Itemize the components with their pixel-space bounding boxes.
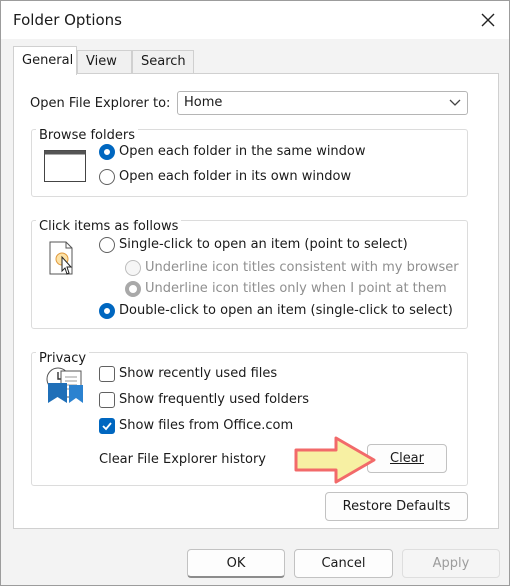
tab-view[interactable]: View	[77, 50, 132, 74]
option-own-window[interactable]: Open each folder in its own window	[119, 169, 351, 184]
radio-double-click[interactable]	[99, 303, 115, 319]
privacy-group: Privacy Show recently used files Show fr…	[31, 351, 468, 486]
open-explorer-dropdown[interactable]: Home	[177, 91, 468, 115]
window-icon	[44, 150, 86, 182]
apply-button-label: Apply	[432, 556, 470, 571]
ok-button[interactable]: OK	[187, 549, 285, 578]
tab-search[interactable]: Search	[132, 50, 194, 74]
tab-general[interactable]: General	[13, 46, 77, 75]
radio-single-click[interactable]	[99, 237, 115, 253]
restore-defaults-button[interactable]: Restore Defaults	[325, 492, 468, 521]
tab-search-label: Search	[141, 54, 186, 69]
checkmark-icon	[102, 422, 112, 431]
close-icon	[481, 13, 495, 27]
radio-underline-point[interactable]	[125, 281, 141, 297]
option-underline-browser[interactable]: Underline icon titles consistent with my…	[145, 260, 459, 275]
privacy-title: Privacy	[36, 351, 90, 366]
close-button[interactable]	[471, 5, 505, 35]
cancel-button-label: Cancel	[321, 556, 366, 571]
general-tab-panel: Open File Explorer to: Home Browse folde…	[13, 73, 499, 529]
clear-history-label: Clear File Explorer history	[99, 452, 266, 467]
cancel-button[interactable]: Cancel	[294, 549, 393, 578]
clear-button[interactable]: Clear	[367, 444, 447, 473]
tab-general-label: General	[22, 53, 74, 68]
title-bar: Folder Options	[1, 1, 509, 39]
browse-folders-group: Browse folders Open each folder in the s…	[31, 128, 468, 197]
annotation-arrow-icon	[294, 436, 376, 484]
option-underline-point[interactable]: Underline icon titles only when I point …	[145, 281, 447, 296]
label-recent-files[interactable]: Show recently used files	[119, 366, 277, 381]
ok-button-label: OK	[226, 555, 246, 571]
open-explorer-label: Open File Explorer to:	[30, 96, 171, 111]
option-double-click[interactable]: Double-click to open an item (single-cli…	[119, 303, 453, 318]
window-title: Folder Options	[13, 11, 122, 29]
radio-underline-browser[interactable]	[125, 260, 141, 276]
click-items-title: Click items as follows	[36, 219, 182, 234]
label-office-files[interactable]: Show files from Office.com	[119, 418, 293, 433]
chevron-down-icon	[449, 99, 461, 106]
apply-button[interactable]: Apply	[402, 549, 500, 578]
folder-options-dialog: Folder Options General View Search Open …	[0, 0, 510, 586]
click-items-group: Click items as follows Single-click to o…	[31, 219, 468, 329]
tab-strip: General View Search	[13, 46, 499, 75]
radio-same-window[interactable]	[99, 144, 115, 160]
checkbox-frequent-folders[interactable]	[99, 392, 115, 408]
label-frequent-folders[interactable]: Show frequently used folders	[119, 392, 309, 407]
tab-view-label: View	[86, 54, 117, 69]
privacy-documents-icon	[46, 367, 83, 403]
checkbox-recent-files[interactable]	[99, 366, 115, 382]
checkbox-office-files[interactable]	[99, 418, 115, 434]
browse-folders-title: Browse folders	[36, 128, 138, 143]
pointer-click-icon	[49, 241, 73, 275]
option-single-click[interactable]: Single-click to open an item (point to s…	[119, 237, 408, 252]
clear-button-label: Clear	[390, 451, 424, 466]
option-same-window[interactable]: Open each folder in the same window	[119, 144, 366, 159]
open-explorer-value: Home	[184, 95, 223, 110]
radio-own-window[interactable]	[99, 169, 115, 185]
restore-defaults-label: Restore Defaults	[342, 499, 451, 514]
